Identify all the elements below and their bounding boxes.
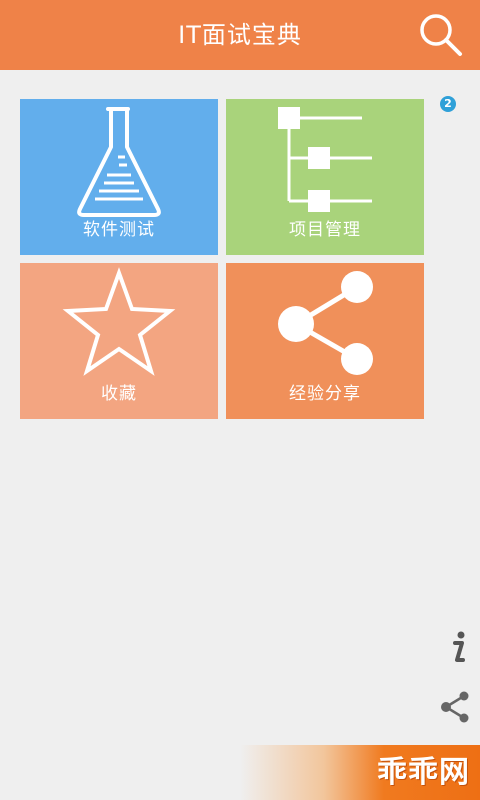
tile-experience-sharing[interactable]: 经验分享 — [226, 263, 424, 419]
tile-project-management[interactable]: 项目管理 — [226, 99, 424, 255]
tile-software-testing[interactable]: 软件测试 — [20, 99, 218, 255]
app-bar: IT面试宝典 — [0, 0, 480, 70]
watermark-banner: 乖乖网 — [240, 745, 480, 800]
tile-favorites[interactable]: 收藏 — [20, 263, 218, 419]
share-icon — [278, 271, 373, 375]
share-icon — [441, 691, 469, 723]
share-button[interactable] — [438, 690, 472, 724]
search-icon — [420, 14, 462, 56]
info-button[interactable] — [442, 630, 474, 666]
tile-label-project-management: 项目管理 — [289, 220, 361, 240]
app-screen: IT面试宝典 2 软件测试 项目管理 收藏 经验分享 乖乖网 — [0, 0, 480, 800]
tree-structure-icon — [278, 107, 372, 212]
tile-label-software-testing: 软件测试 — [83, 220, 155, 240]
notification-badge[interactable]: 2 — [440, 96, 456, 112]
info-icon — [453, 631, 465, 662]
flask-icon — [77, 107, 161, 217]
star-icon — [62, 267, 176, 376]
tile-label-favorites: 收藏 — [101, 384, 137, 404]
app-title: IT面试宝典 — [178, 21, 302, 49]
search-button[interactable] — [416, 10, 466, 60]
watermark-text: 乖乖网 — [377, 755, 470, 790]
tile-label-experience-sharing: 经验分享 — [289, 384, 361, 404]
